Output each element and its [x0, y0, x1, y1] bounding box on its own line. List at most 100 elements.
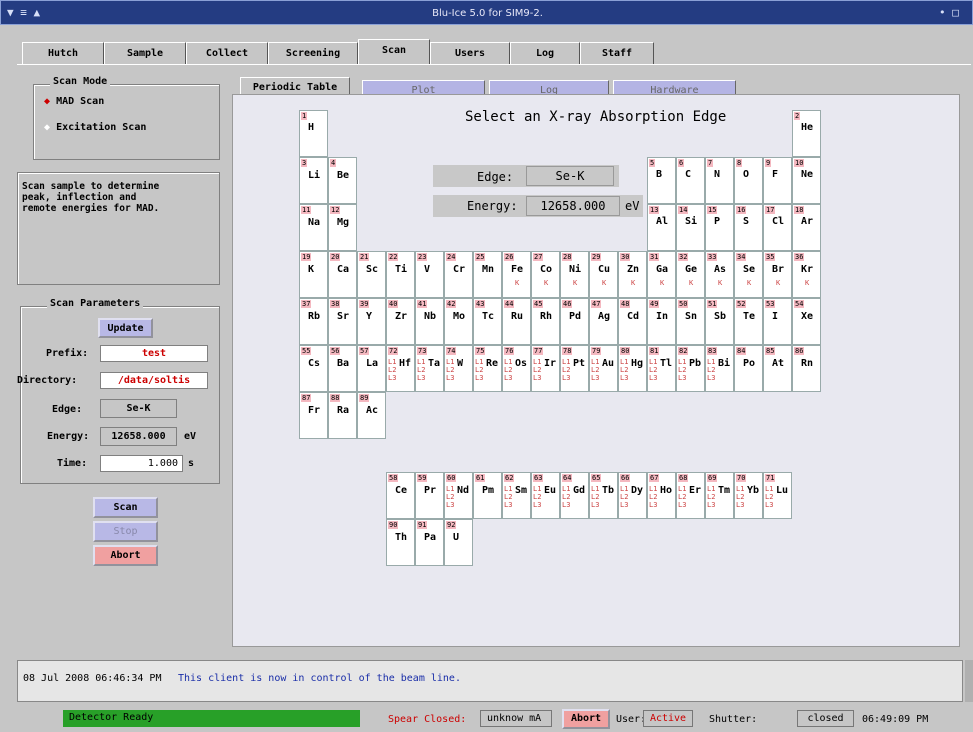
tab-sample[interactable]: Sample: [104, 42, 186, 64]
edge-l1[interactable]: L1: [649, 359, 657, 366]
element-ac[interactable]: 89 Ac: [357, 392, 386, 439]
element-rn[interactable]: 86 Rn: [792, 345, 821, 392]
edge-l2[interactable]: L2: [388, 367, 396, 374]
edge-l2[interactable]: L2: [504, 493, 512, 501]
edge-k[interactable]: K: [602, 280, 606, 287]
element-ga[interactable]: 31 Ga K: [647, 251, 676, 298]
edge-l3[interactable]: L3: [533, 375, 541, 382]
edge-l1[interactable]: L1: [533, 359, 541, 366]
tab-screening[interactable]: Screening: [268, 42, 358, 64]
element-sr[interactable]: 38 Sr: [328, 298, 357, 345]
mad-scan-radio[interactable]: ◆ MAD Scan: [44, 96, 104, 107]
edge-l2[interactable]: L2: [649, 367, 657, 374]
element-gd[interactable]: 64 Gd L1 L2 L3: [560, 471, 589, 519]
tab-collect[interactable]: Collect: [186, 42, 268, 64]
element-ca[interactable]: 20 Ca: [328, 251, 357, 298]
element-ge[interactable]: 32 Ge K: [676, 251, 705, 298]
abort-button[interactable]: Abort: [93, 545, 158, 566]
edge-l2[interactable]: L2: [765, 493, 773, 501]
element-i[interactable]: 53 I: [763, 298, 792, 345]
element-fe[interactable]: 26 Fe K: [502, 251, 531, 298]
edge-l3[interactable]: L3: [707, 501, 715, 509]
element-la[interactable]: 57 La: [357, 345, 386, 392]
edge-l2[interactable]: L2: [736, 493, 744, 501]
edge-l1[interactable]: L1: [620, 485, 628, 493]
edge-l2[interactable]: L2: [707, 367, 715, 374]
edge-l1[interactable]: L1: [649, 485, 657, 493]
element-f[interactable]: 9F: [763, 157, 792, 204]
edge-l1[interactable]: L1: [562, 359, 570, 366]
edge-l2[interactable]: L2: [620, 367, 628, 374]
edge-l2[interactable]: L2: [678, 493, 686, 501]
element-ni[interactable]: 28 Ni K: [560, 251, 589, 298]
element-ar[interactable]: 18 Ar: [792, 204, 821, 251]
element-br[interactable]: 35 Br K: [763, 251, 792, 298]
edge-l1[interactable]: L1: [707, 485, 715, 493]
element-sn[interactable]: 50 Sn: [676, 298, 705, 345]
element-nb[interactable]: 41 Nb: [415, 298, 444, 345]
element-ag[interactable]: 47 Ag: [589, 298, 618, 345]
edge-l3[interactable]: L3: [591, 501, 599, 509]
edge-l3[interactable]: L3: [446, 375, 454, 382]
edge-l1[interactable]: L1: [417, 359, 425, 366]
stop-button[interactable]: Stop: [93, 521, 158, 542]
element-pd[interactable]: 46 Pd: [560, 298, 589, 345]
edge-k[interactable]: K: [747, 280, 751, 287]
edge-l1[interactable]: L1: [388, 359, 396, 366]
edge-k[interactable]: K: [631, 280, 635, 287]
edge-l2[interactable]: L2: [533, 493, 541, 501]
edge-l3[interactable]: L3: [504, 501, 512, 509]
time-field[interactable]: 1.000: [100, 455, 183, 472]
element-sc[interactable]: 21 Sc: [357, 251, 386, 298]
element-li[interactable]: 3 Li: [299, 157, 328, 204]
element-tm[interactable]: 69 Tm L1 L2 L3: [705, 471, 734, 519]
element-xe[interactable]: 54 Xe: [792, 298, 821, 345]
edge-k[interactable]: K: [805, 280, 809, 287]
edge-k[interactable]: K: [660, 280, 664, 287]
edge-k[interactable]: K: [515, 280, 519, 287]
element-ho[interactable]: 67 Ho L1 L2 L3: [647, 471, 676, 519]
edge-l2[interactable]: L2: [620, 493, 628, 501]
tab-hutch[interactable]: Hutch: [22, 42, 104, 64]
element-yb[interactable]: 70 Yb L1 L2 L3: [734, 471, 763, 519]
element-os[interactable]: 76 Os L1 L2 L3: [502, 345, 531, 392]
edge-k[interactable]: K: [776, 280, 780, 287]
element-re[interactable]: 75 Re L1 L2 L3: [473, 345, 502, 392]
edge-l2[interactable]: L2: [562, 367, 570, 374]
edge-l3[interactable]: L3: [649, 501, 657, 509]
element-as[interactable]: 33 As K: [705, 251, 734, 298]
element-dy[interactable]: 66 Dy L1 L2 L3: [618, 471, 647, 519]
element-cd[interactable]: 48 Cd: [618, 298, 647, 345]
element-tl[interactable]: 81 Tl L1 L2 L3: [647, 345, 676, 392]
element-zr[interactable]: 40 Zr: [386, 298, 415, 345]
element-sb[interactable]: 51 Sb: [705, 298, 734, 345]
edge-l3[interactable]: L3: [562, 375, 570, 382]
edge-l3[interactable]: L3: [388, 375, 396, 382]
element-hf[interactable]: 72 Hf L1 L2 L3: [386, 345, 415, 392]
element-pt[interactable]: 78 Pt L1 L2 L3: [560, 345, 589, 392]
edge-k[interactable]: K: [573, 280, 577, 287]
edge-l1[interactable]: L1: [707, 359, 715, 366]
edge-l2[interactable]: L2: [504, 367, 512, 374]
element-ta[interactable]: 73 Ta L1 L2 L3: [415, 345, 444, 392]
edge-l3[interactable]: L3: [417, 375, 425, 382]
status-abort-button[interactable]: Abort: [562, 709, 610, 729]
edge-l3[interactable]: L3: [475, 375, 483, 382]
element-o[interactable]: 8O: [734, 157, 763, 204]
element-fr[interactable]: 87 Fr: [299, 392, 328, 439]
update-button[interactable]: Update: [98, 318, 153, 338]
edge-l3[interactable]: L3: [707, 375, 715, 382]
element-ru[interactable]: 44 Ru: [502, 298, 531, 345]
prefix-field[interactable]: test: [100, 345, 208, 362]
edge-l2[interactable]: L2: [533, 367, 541, 374]
edge-l1[interactable]: L1: [504, 485, 512, 493]
edge-l1[interactable]: L1: [678, 485, 686, 493]
element-rh[interactable]: 45 Rh: [531, 298, 560, 345]
element-pr[interactable]: 59 Pr: [415, 471, 444, 519]
element-sm[interactable]: 62 Sm L1 L2 L3: [502, 471, 531, 519]
element-pm[interactable]: 61 Pm: [473, 471, 502, 519]
edge-k[interactable]: K: [544, 280, 548, 287]
element-bi[interactable]: 83 Bi L1 L2 L3: [705, 345, 734, 392]
element-mo[interactable]: 42 Mo: [444, 298, 473, 345]
edge-l3[interactable]: L3: [620, 501, 628, 509]
